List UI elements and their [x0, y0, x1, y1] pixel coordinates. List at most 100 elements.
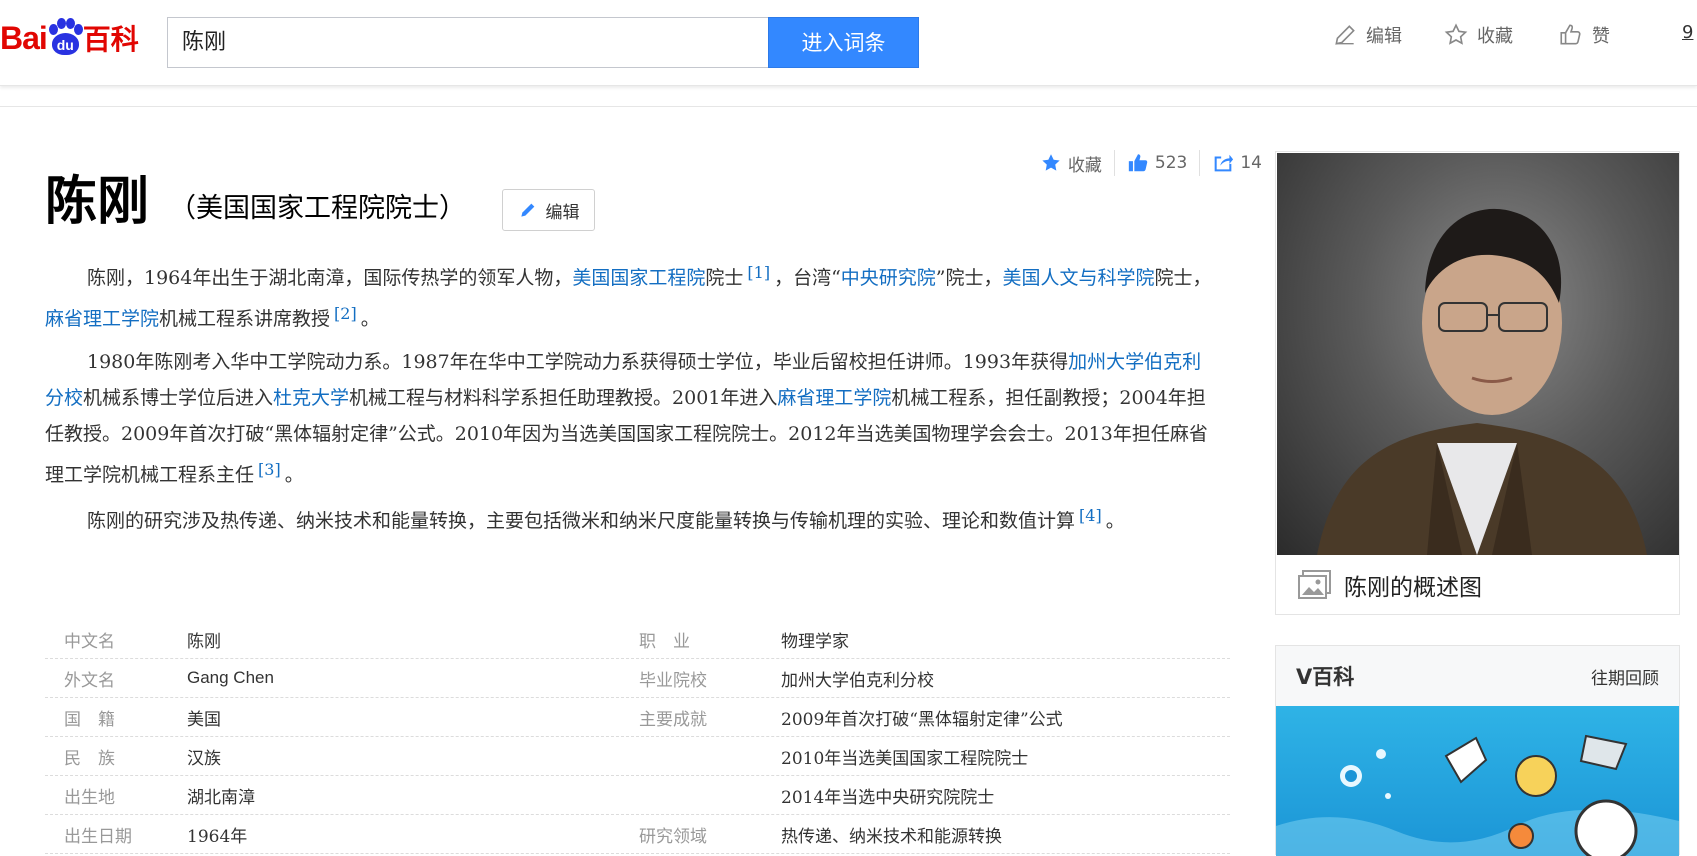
top-like-label: 赞: [1592, 26, 1610, 47]
past-issues-link[interactable]: 往期回顾: [1591, 664, 1659, 689]
info-key: 主要成就: [639, 709, 707, 730]
top-favorite-button[interactable]: 收藏: [1443, 22, 1513, 48]
v-baike-card: V百科 往期回顾: [1275, 645, 1680, 856]
info-key: 职 业: [639, 631, 690, 652]
top-overflow-link[interactable]: 9: [1682, 22, 1693, 43]
thumbs-up-outline-icon: [1560, 24, 1581, 45]
share-icon: [1215, 154, 1234, 172]
text: 陈刚的研究涉及热传递、纳米技术和能量转换，主要包括微米和纳米尺度能量转换与传输机…: [87, 510, 1076, 532]
edit-entry-button[interactable]: 编辑: [502, 189, 595, 231]
info-value: 加州大学伯克利分校: [781, 670, 934, 691]
info-key: 外文名: [64, 670, 115, 691]
like-stat[interactable]: 523: [1115, 150, 1201, 176]
info-value: 2009年首次打破“黑体辐射定律”公式: [781, 709, 1063, 730]
baidu-baike-logo[interactable]: Bai du 百科: [0, 10, 150, 66]
photo-caption-text: 陈刚的概述图: [1344, 575, 1482, 601]
share-stat[interactable]: 14: [1200, 150, 1262, 176]
info-value: Gang Chen: [187, 668, 274, 687]
info-key: 研究领域: [639, 826, 707, 847]
portrait-photo[interactable]: [1277, 153, 1679, 555]
enter-entry-button[interactable]: 进入词条: [768, 17, 919, 68]
logo-text-bai: Bai: [0, 19, 48, 56]
info-key: 出生地: [64, 787, 115, 808]
text: 。: [1105, 510, 1125, 532]
info-value: 汉族: [187, 748, 221, 769]
info-value: 物理学家: [781, 631, 849, 652]
info-row: 出生日期 1964年 研究领域 热传递、纳米技术和能源转换: [45, 815, 1230, 854]
info-row: 国 籍 美国 主要成就 2009年首次打破“黑体辐射定律”公式: [45, 698, 1230, 737]
link-nae[interactable]: 美国国家工程院: [572, 267, 705, 289]
top-favorite-label: 收藏: [1477, 26, 1513, 47]
reference-1[interactable]: [1]: [747, 263, 770, 282]
info-value: 陈刚: [187, 631, 221, 652]
top-like-button[interactable]: 赞: [1558, 22, 1610, 48]
info-value: 美国: [187, 709, 221, 730]
share-count: 14: [1240, 153, 1262, 173]
info-key: 毕业院校: [639, 670, 707, 691]
summary-picture-card[interactable]: 陈刚的概述图: [1275, 151, 1680, 615]
text: 1980年陈刚考入华中工学院动力系。1987年在华中工学院动力系获得硕士学位，毕…: [87, 351, 1069, 373]
paw-icon: du: [48, 18, 83, 55]
top-edit-label: 编辑: [1366, 26, 1402, 47]
pencil-icon: [1335, 25, 1355, 45]
star-outline-icon: [1444, 23, 1468, 45]
star-icon: [1042, 154, 1060, 171]
info-value: 热传递、纳米技术和能源转换: [781, 826, 1002, 847]
text: 机械系博士学位后进入: [83, 387, 274, 409]
album-icon: [1298, 570, 1331, 599]
v-baike-banner[interactable]: [1276, 706, 1679, 856]
v-baike-header: V百科 往期回顾: [1276, 646, 1679, 706]
info-value: 2014年当选中央研究院院士: [781, 787, 995, 808]
info-row: 出生地 湖北南漳 2014年当选中央研究院院士: [45, 776, 1230, 815]
reference-3[interactable]: [3]: [258, 460, 281, 479]
text: 。: [284, 464, 304, 486]
link-academia-sinica[interactable]: 中央研究院: [841, 267, 936, 289]
basic-info-table: 中文名 陈刚 职 业 物理学家 外文名 Gang Chen 毕业院校 加州大学伯…: [45, 620, 1230, 854]
like-count: 523: [1154, 153, 1188, 173]
text: 陈刚，1964年出生于湖北南漳，国际传热学的领军人物，: [87, 267, 573, 289]
info-value: 湖北南漳: [187, 787, 255, 808]
info-key: 民 族: [64, 748, 115, 769]
text: 。: [360, 308, 380, 330]
info-row: 外文名 Gang Chen 毕业院校 加州大学伯克利分校: [45, 659, 1230, 698]
top-bar: Bai du 百科 陈刚 进入词条 编辑 收藏 赞 9: [0, 0, 1697, 86]
info-key: 国 籍: [64, 709, 115, 730]
reference-2[interactable]: [2]: [334, 304, 357, 323]
edit-entry-label: 编辑: [545, 202, 580, 223]
info-key: 出生日期: [64, 826, 132, 847]
text: ，台湾“: [774, 267, 841, 289]
link-duke[interactable]: 杜克大学: [273, 387, 349, 409]
summary-paragraph-3: 陈刚的研究涉及热传递、纳米技术和能量转换，主要包括微米和纳米尺度能量转换与传输机…: [45, 498, 1220, 539]
info-key: 中文名: [64, 631, 115, 652]
info-row: 民 族 汉族 2010年当选美国国家工程院院士: [45, 737, 1230, 776]
entry-title: 陈刚: [45, 172, 150, 232]
text: ”院士，: [935, 267, 1003, 289]
photo-caption[interactable]: 陈刚的概述图: [1276, 556, 1679, 614]
v-baike-title: V百科: [1296, 665, 1355, 689]
entry-title-bar: 陈刚 （美国国家工程院院士）: [45, 172, 466, 232]
text: 机械工程与材料科学系担任助理教授。2001年进入: [349, 387, 778, 409]
info-value: 2010年当选美国国家工程院院士: [781, 748, 1029, 769]
text: 院士: [705, 267, 744, 289]
summary-paragraph-1: 陈刚，1964年出生于湖北南漳，国际传热学的领军人物，美国国家工程院院士 [1]，…: [45, 255, 1220, 337]
favorite-stat[interactable]: 收藏: [1028, 150, 1115, 176]
ocean-illustration: [1276, 734, 1679, 856]
entry-subtitle: （美国国家工程院院士）: [169, 193, 467, 224]
info-row: 中文名 陈刚 职 业 物理学家: [45, 620, 1230, 659]
text: 机械工程系讲席教授: [159, 308, 331, 330]
top-edit-button[interactable]: 编辑: [1332, 22, 1402, 48]
thumbs-up-icon: [1128, 154, 1148, 172]
link-mit[interactable]: 麻省理工学院: [777, 387, 891, 409]
info-value: 1964年: [187, 826, 248, 847]
link-mit[interactable]: 麻省理工学院: [45, 308, 159, 330]
summary-paragraph-2: 1980年陈刚考入华中工学院动力系。1987年在华中工学院动力系获得硕士学位，毕…: [45, 344, 1220, 493]
portrait-illustration: [1317, 208, 1647, 555]
pencil-icon: [520, 203, 534, 217]
logo-text-du: du: [51, 33, 79, 55]
logo-text-baike: 百科: [82, 24, 139, 55]
entry-stats: 收藏 523 14: [1028, 150, 1262, 176]
search-input[interactable]: 陈刚: [167, 17, 768, 68]
reference-4[interactable]: [4]: [1079, 506, 1102, 525]
favorite-stat-label: 收藏: [1067, 155, 1102, 176]
link-american-academy[interactable]: 美国人文与科学院: [1003, 267, 1155, 289]
